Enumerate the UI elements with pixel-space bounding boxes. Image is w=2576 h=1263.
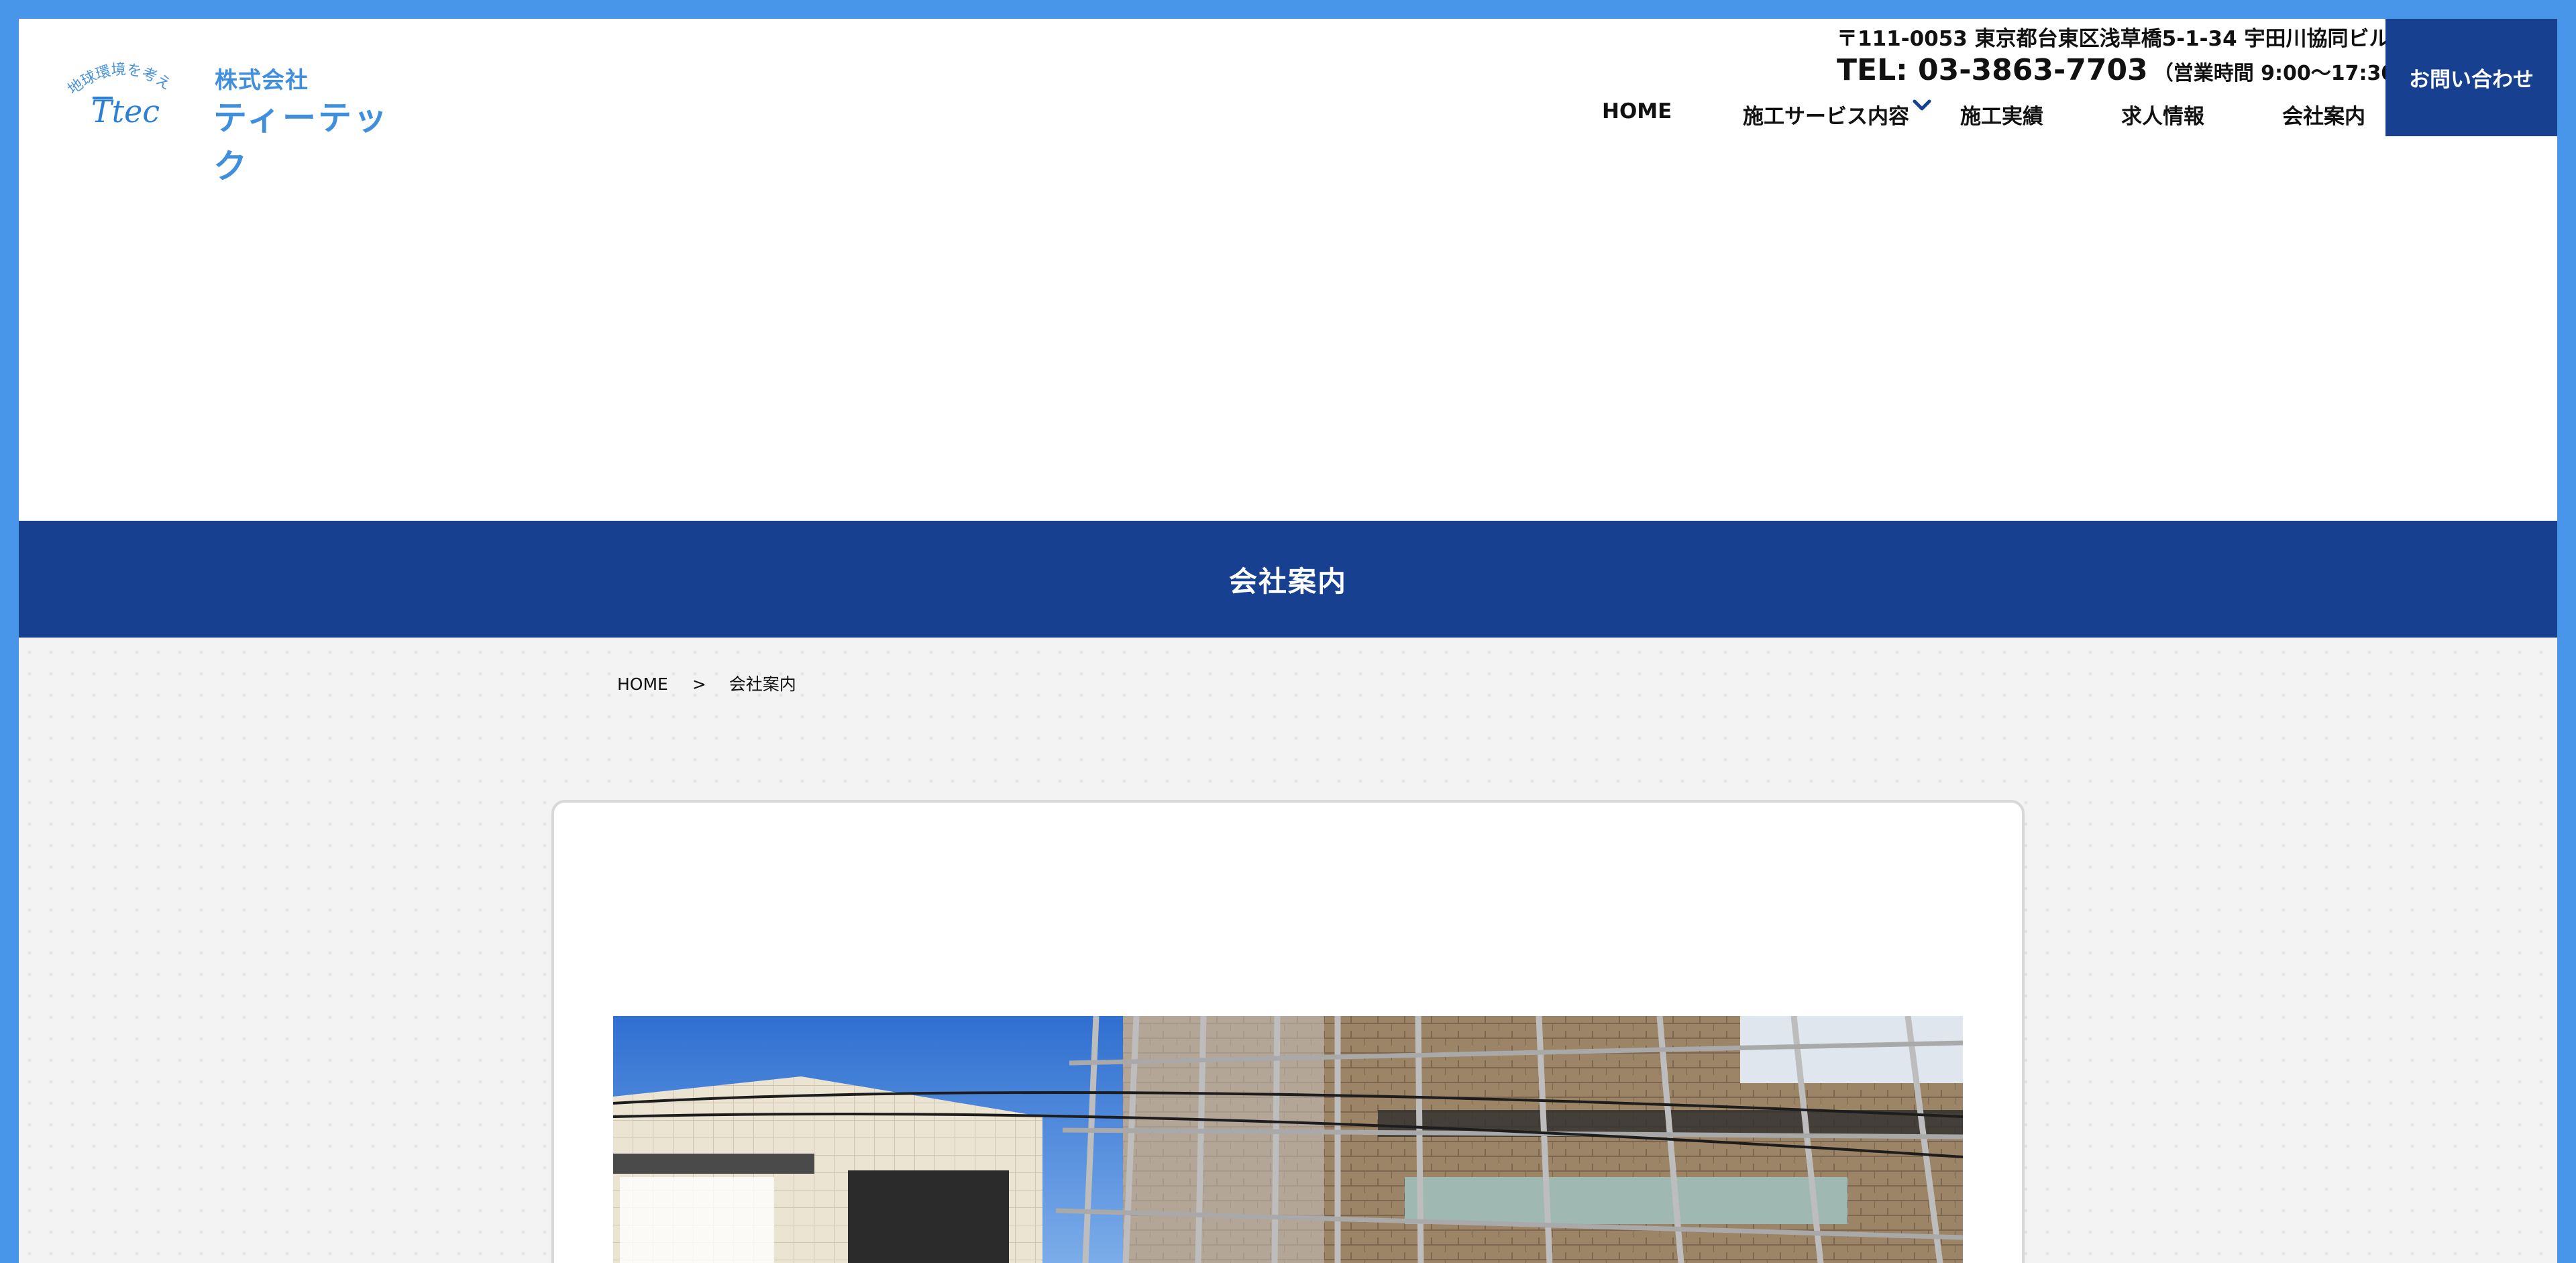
- page-title-band: 会社案内: [19, 521, 2557, 638]
- page-title: 会社案内: [1228, 564, 1347, 598]
- svg-text:地球環境を考える: 地球環境を考える: [66, 43, 173, 98]
- logo-tagline: 地球環境を考える: [58, 30, 173, 98]
- nav-item-recruit[interactable]: 求人情報: [2121, 99, 2204, 130]
- nav-item-works[interactable]: 施工実績: [1960, 99, 2043, 130]
- contact-button[interactable]: お問い合わせ: [2385, 19, 2557, 136]
- nav-item-services-label: 施工サービス内容: [1743, 105, 1909, 129]
- breadcrumb-separator: >: [692, 674, 706, 694]
- breadcrumb-home[interactable]: HOME: [617, 674, 668, 694]
- contact-info: 〒111-0053 東京都台東区浅草橋5-1-34 宇田川協同ビル1階 TEL:…: [1837, 26, 2426, 95]
- business-hours: （営業時間 9:00〜17:30）: [2153, 62, 2416, 85]
- nav-item-home[interactable]: HOME: [1602, 99, 1672, 123]
- tel-row: TEL: 03-3863-7703 （営業時間 9:00〜17:30）: [1837, 52, 2415, 95]
- logo-company-name: ティーテック: [213, 99, 389, 186]
- company-address: 〒111-0053 東京都台東区浅草橋5-1-34 宇田川協同ビル1階: [1837, 27, 2426, 51]
- nav-item-services[interactable]: 施工サービス内容: [1743, 99, 1931, 130]
- page: 地球環境を考える Ttec 株式会社 ティーテック 〒111-0053 東京都台…: [19, 19, 2557, 1263]
- content-card: [551, 800, 2025, 1263]
- phone-number[interactable]: TEL: 03-3863-7703: [1837, 53, 2148, 87]
- logo-mark-icon: 地球環境を考える Ttec: [58, 30, 200, 137]
- chevron-down-icon: [1913, 99, 1931, 111]
- nav-item-company[interactable]: 会社案内: [2282, 99, 2365, 130]
- building-scaffolding-photo: [613, 1016, 1963, 1263]
- site-logo[interactable]: 地球環境を考える Ttec 株式会社 ティーテック: [58, 30, 415, 186]
- site-header: 地球環境を考える Ttec 株式会社 ティーテック 〒111-0053 東京都台…: [19, 19, 2557, 521]
- breadcrumb-current: 会社案内: [729, 674, 796, 694]
- logo-company-prefix: 株式会社: [215, 67, 309, 94]
- breadcrumb: HOME > 会社案内: [617, 671, 796, 695]
